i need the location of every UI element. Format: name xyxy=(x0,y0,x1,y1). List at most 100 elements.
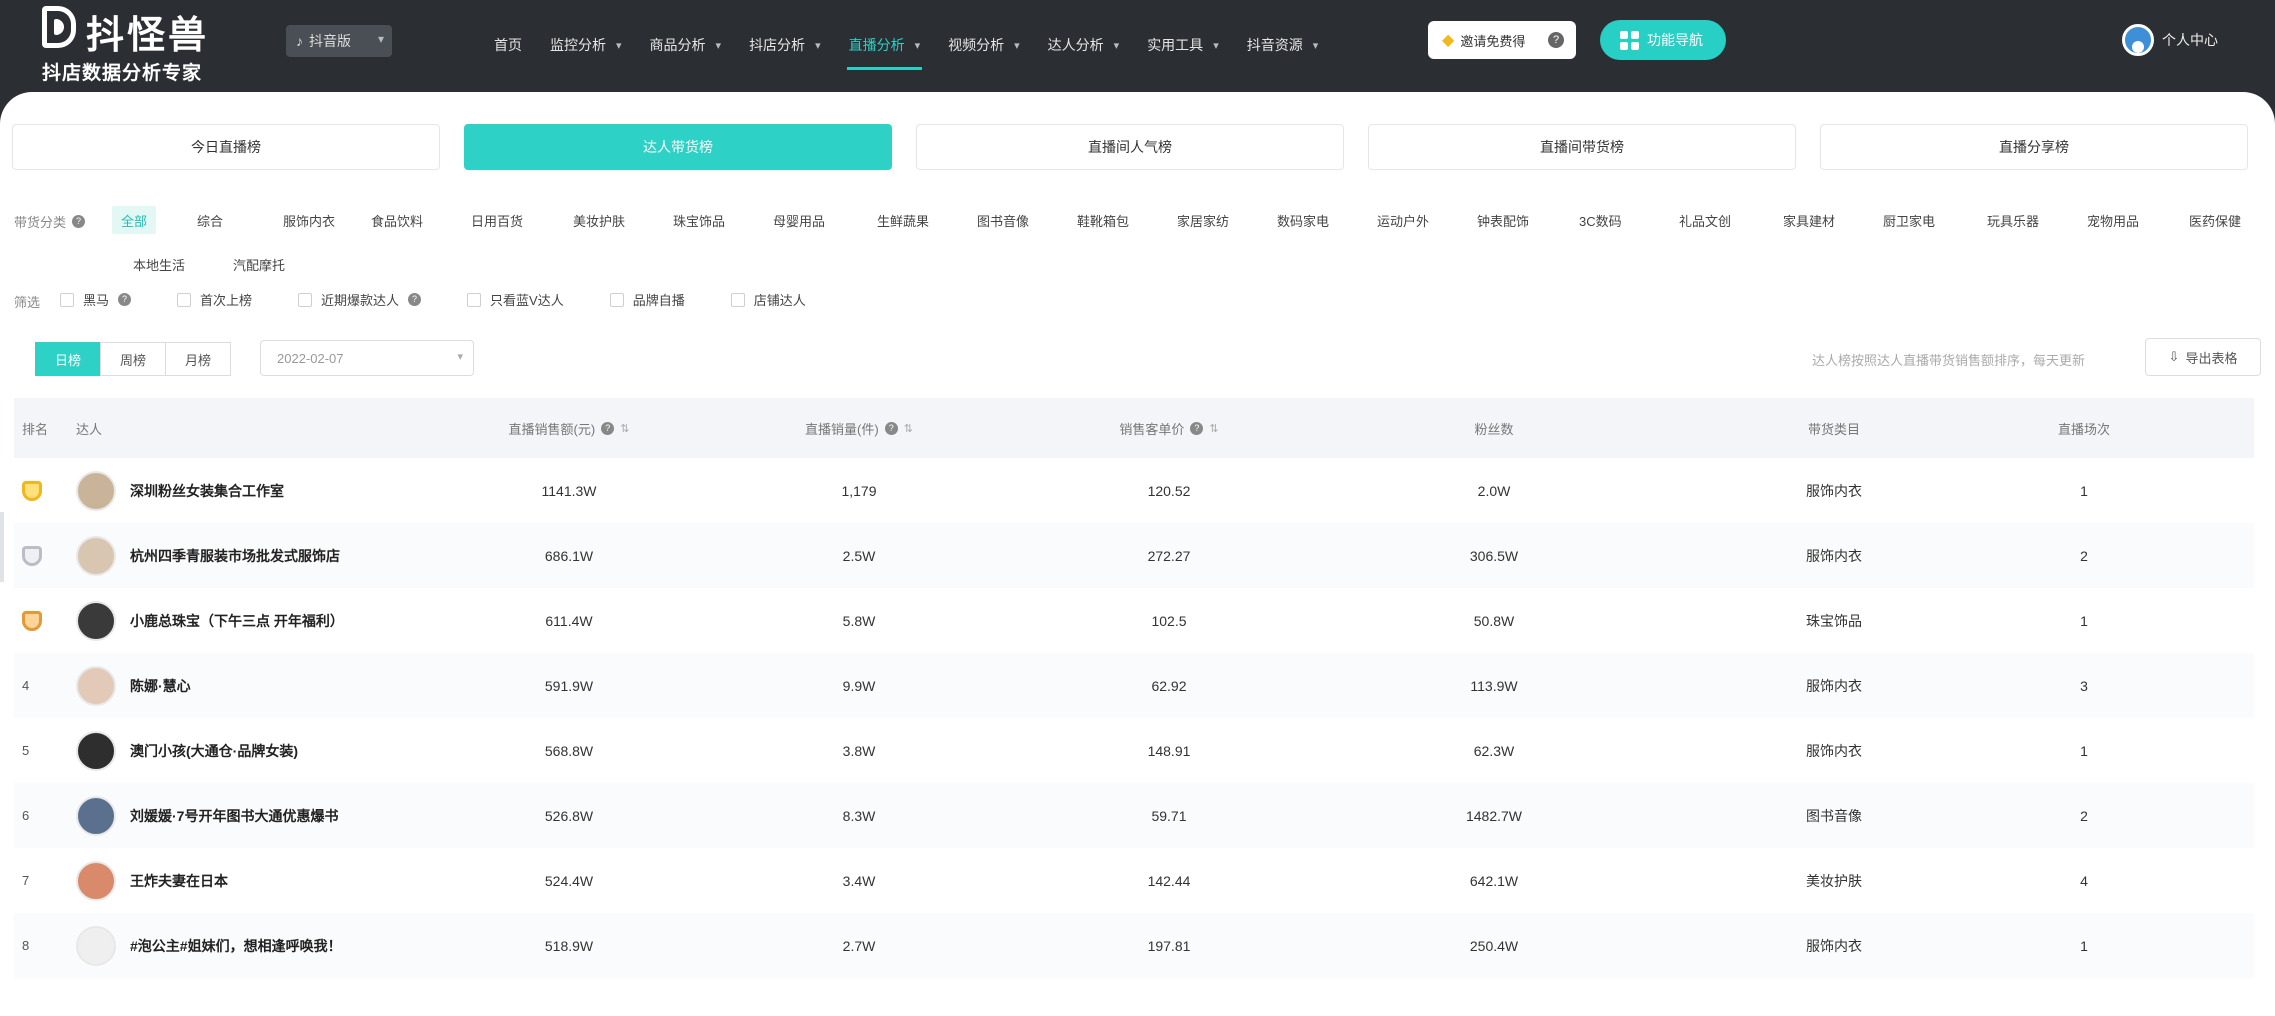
nav-item-product[interactable]: 商品分析 ▾ xyxy=(636,22,736,68)
category-chip[interactable]: 宠物用品 xyxy=(2078,206,2148,234)
help-icon[interactable]: ? xyxy=(1190,421,1204,435)
category-chip[interactable]: 食品饮料 xyxy=(362,206,432,234)
talent-cell[interactable]: 陈娜·慧心 xyxy=(76,653,436,718)
talent-name[interactable]: 小鹿总珠宝（下午三点 开年福利） xyxy=(130,610,344,632)
checkbox[interactable] xyxy=(730,292,745,307)
help-icon[interactable]: ? xyxy=(1548,32,1564,48)
category-chip[interactable]: 鞋靴箱包 xyxy=(1068,206,1138,234)
category-chip[interactable]: 母婴用品 xyxy=(764,206,834,234)
talent-avatar[interactable] xyxy=(76,470,116,511)
checkbox[interactable] xyxy=(60,292,74,307)
checkbox[interactable] xyxy=(298,292,313,307)
invite-button[interactable]: ◆ 邀请免费得 ? xyxy=(1428,21,1576,59)
table-row[interactable]: 8 #泡公主#姐妹们，想相逢呼唤我！ 518.9W 2.7W 197.81 25… xyxy=(14,913,2254,978)
category-chip[interactable]: 汽配摩托 xyxy=(224,250,294,278)
talent-cell[interactable]: 深圳粉丝女装集合工作室 xyxy=(76,458,436,523)
category-chip[interactable]: 图书音像 xyxy=(968,206,1038,234)
nav-item-tools[interactable]: 实用工具 ▾ xyxy=(1133,22,1233,68)
talent-avatar[interactable] xyxy=(76,665,116,706)
talent-name[interactable]: #泡公主#姐妹们，想相逢呼唤我！ xyxy=(130,935,342,957)
date-picker[interactable]: 2022-02-07 ▾ xyxy=(260,340,474,376)
version-select[interactable]: ♪ 抖音版 ▾ xyxy=(286,25,392,57)
filter-hot-talent[interactable]: 近期爆款达人? xyxy=(298,290,422,309)
user-menu[interactable]: 个人中心 xyxy=(2122,22,2218,58)
talent-avatar[interactable] xyxy=(76,730,116,771)
table-row[interactable]: 杭州四季青服装市场批发式服饰店 686.1W 2.5W 272.27 306.5… xyxy=(14,523,2254,588)
talent-avatar[interactable] xyxy=(76,535,116,576)
category-chip[interactable]: 数码家电 xyxy=(1268,206,1338,234)
category-chip[interactable]: 运动户外 xyxy=(1368,206,1438,234)
category-chip[interactable]: 礼品文创 xyxy=(1670,206,1740,234)
filter-brand-self[interactable]: 品牌自播 xyxy=(609,290,685,309)
talent-cell[interactable]: 小鹿总珠宝（下午三点 开年福利） xyxy=(76,588,436,653)
talent-name[interactable]: 澳门小孩(大通仓·品牌女装) xyxy=(130,740,298,762)
table-row[interactable]: 5 澳门小孩(大通仓·品牌女装) 568.8W 3.8W 148.91 62.3… xyxy=(14,718,2254,783)
help-icon[interactable]: ? xyxy=(884,421,898,435)
brand-logo[interactable]: 抖怪兽 抖店数据分析专家 xyxy=(42,4,232,86)
category-chip[interactable]: 3C数码 xyxy=(1570,206,1631,234)
filter-dark-horse[interactable]: 黑马? xyxy=(60,290,132,309)
help-icon[interactable]: ? xyxy=(72,215,86,228)
category-chip[interactable]: 全部 xyxy=(112,206,157,234)
category-chip[interactable]: 综合 xyxy=(188,206,232,234)
tab-today-live[interactable]: 今日直播榜 xyxy=(12,124,440,170)
talent-cell[interactable]: 刘媛媛·7号开年图书大通优惠爆书 xyxy=(76,783,436,848)
filter-shop-talent[interactable]: 店铺达人 xyxy=(730,290,806,309)
category-chip[interactable]: 厨卫家电 xyxy=(1874,206,1944,234)
talent-avatar[interactable] xyxy=(76,925,116,966)
export-button[interactable]: ⇩ 导出表格 xyxy=(2145,338,2261,376)
category-chip[interactable]: 钟表配饰 xyxy=(1468,206,1538,234)
category-chip[interactable]: 服饰内衣 xyxy=(274,206,344,234)
filter-blue-v[interactable]: 只看蓝V达人 xyxy=(467,290,564,309)
category-chip[interactable]: 医药保健 xyxy=(2180,206,2250,234)
checkbox[interactable] xyxy=(467,292,482,307)
category-chip[interactable]: 家具建材 xyxy=(1774,206,1844,234)
tab-talent-sales[interactable]: 达人带货榜 xyxy=(464,124,892,170)
talent-cell[interactable]: 澳门小孩(大通仓·品牌女装) xyxy=(76,718,436,783)
help-icon[interactable]: ? xyxy=(118,293,132,306)
sort-icon[interactable]: ⇅ xyxy=(1209,422,1218,435)
category-chip[interactable]: 生鲜蔬果 xyxy=(868,206,938,234)
talent-avatar[interactable] xyxy=(76,600,116,641)
nav-item-home[interactable]: 首页 xyxy=(480,22,536,68)
feature-nav-button[interactable]: 功能导航 xyxy=(1600,20,1726,60)
side-scroll-handle[interactable] xyxy=(0,512,4,582)
nav-item-monitor[interactable]: 监控分析 ▾ xyxy=(536,22,636,68)
tab-weekly[interactable]: 周榜 xyxy=(100,342,166,376)
tab-live-share[interactable]: 直播分享榜 xyxy=(1820,124,2248,170)
tab-room-popularity[interactable]: 直播间人气榜 xyxy=(916,124,1344,170)
sort-icon[interactable]: ⇅ xyxy=(904,422,913,435)
category-chip[interactable]: 日用百货 xyxy=(462,206,532,234)
sort-icon[interactable]: ⇅ xyxy=(620,422,629,435)
talent-name[interactable]: 陈娜·慧心 xyxy=(130,675,191,697)
nav-item-shop[interactable]: 抖店分析 ▾ xyxy=(735,22,835,68)
talent-avatar[interactable] xyxy=(76,795,116,836)
talent-avatar[interactable] xyxy=(76,860,116,901)
table-row[interactable]: 小鹿总珠宝（下午三点 开年福利） 611.4W 5.8W 102.5 50.8W… xyxy=(14,588,2254,653)
nav-item-live[interactable]: 直播分析 ▾ xyxy=(835,22,935,70)
tab-room-sales[interactable]: 直播间带货榜 xyxy=(1368,124,1796,170)
tab-daily[interactable]: 日榜 xyxy=(35,342,101,376)
checkbox[interactable] xyxy=(177,292,192,307)
nav-item-video[interactable]: 视频分析 ▾ xyxy=(934,22,1034,68)
category-chip[interactable]: 玩具乐器 xyxy=(1978,206,2048,234)
nav-item-talent[interactable]: 达人分析 ▾ xyxy=(1034,22,1134,68)
col-volume[interactable]: 直播销量(件)? ⇅ xyxy=(714,398,1004,458)
category-chip[interactable]: 美妆护肤 xyxy=(564,206,634,234)
talent-cell[interactable]: 杭州四季青服装市场批发式服饰店 xyxy=(76,523,436,588)
category-chip[interactable]: 珠宝饰品 xyxy=(664,206,734,234)
nav-item-resources[interactable]: 抖音资源 ▾ xyxy=(1233,22,1333,68)
help-icon[interactable]: ? xyxy=(408,293,422,306)
checkbox[interactable] xyxy=(609,292,624,307)
talent-name[interactable]: 深圳粉丝女装集合工作室 xyxy=(130,480,284,502)
talent-name[interactable]: 杭州四季青服装市场批发式服饰店 xyxy=(130,545,340,567)
talent-cell[interactable]: 王炸夫妻在日本 xyxy=(76,848,436,913)
category-chip[interactable]: 本地生活 xyxy=(124,250,194,278)
col-price[interactable]: 销售客单价? ⇅ xyxy=(1004,398,1334,458)
category-chip[interactable]: 家居家纺 xyxy=(1168,206,1238,234)
table-row[interactable]: 深圳粉丝女装集合工作室 1141.3W 1,179 120.52 2.0W 服饰… xyxy=(14,458,2254,523)
table-row[interactable]: 6 刘媛媛·7号开年图书大通优惠爆书 526.8W 8.3W 59.71 148… xyxy=(14,783,2254,848)
filter-first-on-list[interactable]: 首次上榜 xyxy=(177,290,252,309)
table-row[interactable]: 4 陈娜·慧心 591.9W 9.9W 62.92 113.9W 服饰内衣 3 xyxy=(14,653,2254,718)
talent-name[interactable]: 王炸夫妻在日本 xyxy=(130,870,228,892)
